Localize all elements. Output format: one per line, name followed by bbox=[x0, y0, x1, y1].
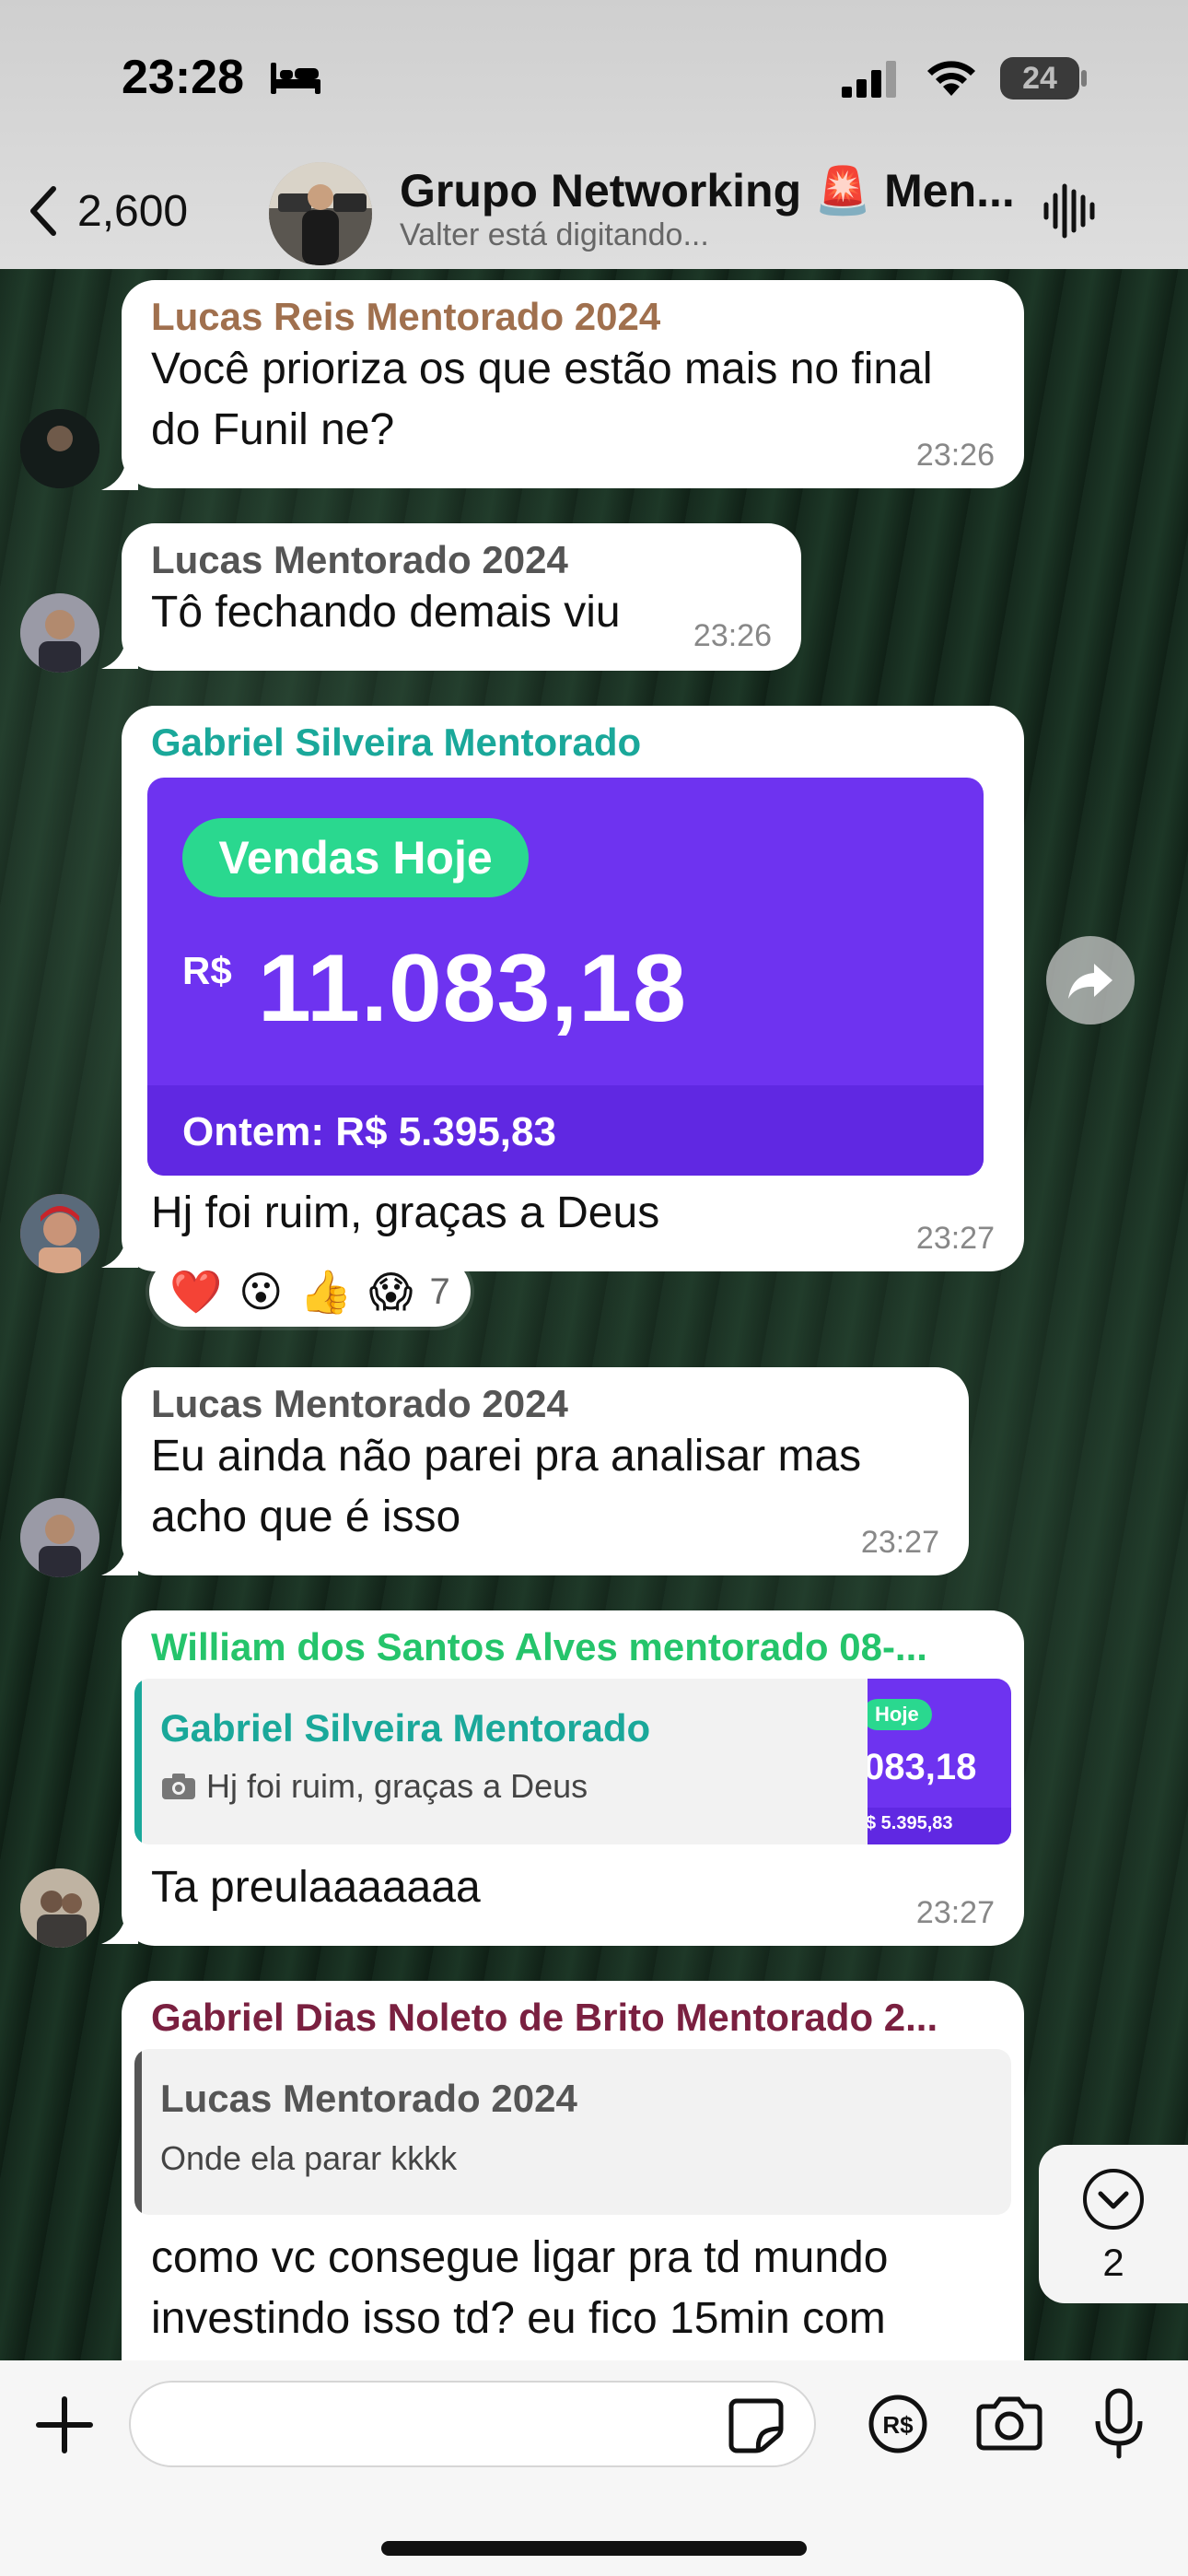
quote-body: Hj foi ruim, graças a Deus bbox=[160, 1767, 588, 1806]
status-time: 23:28 bbox=[122, 51, 244, 104]
battery-tip bbox=[1081, 70, 1087, 87]
reaction-thumbs-up: 👍 bbox=[299, 1267, 353, 1316]
chat-header: 2,600 Grupo Networking 🚨 Men... Valter e… bbox=[0, 157, 1188, 269]
sales-yesterday: Ontem: R$ 5.395,83 bbox=[182, 1109, 556, 1154]
chevron-down-icon bbox=[1083, 2169, 1144, 2230]
message-text: do Funil ne? bbox=[151, 405, 395, 454]
cellular-signal-icon bbox=[842, 61, 896, 98]
plus-icon[interactable] bbox=[35, 2395, 94, 2454]
forward-icon bbox=[1068, 964, 1112, 999]
avatar[interactable] bbox=[20, 1868, 99, 1948]
sleep-focus-icon bbox=[271, 63, 320, 94]
reaction-count: 7 bbox=[429, 1270, 450, 1312]
payment-icon[interactable]: R$ bbox=[868, 2394, 928, 2454]
sticker-icon[interactable] bbox=[728, 2397, 785, 2454]
sales-amount: 11.083,18 bbox=[258, 935, 687, 1042]
sales-badge: Vendas Hoje bbox=[182, 818, 529, 897]
quote-thumbnail[interactable]: Hoje 083,18 $ 5.395,83 bbox=[868, 1679, 1011, 1844]
message-bubble[interactable]: Lucas Mentorado 2024 Tô fechando demais … bbox=[122, 523, 801, 671]
sales-image[interactable]: Vendas Hoje R$ 11.083,18 Ontem: R$ 5.395… bbox=[147, 778, 984, 1176]
message-bubble[interactable]: Lucas Mentorado 2024 Eu ainda não parei … bbox=[122, 1367, 969, 1575]
avatar-image bbox=[20, 1194, 99, 1273]
avatar[interactable] bbox=[20, 593, 99, 673]
avatar[interactable] bbox=[20, 409, 99, 488]
message-time: 23:27 bbox=[915, 1221, 995, 1256]
sales-currency: R$ bbox=[182, 949, 232, 992]
unread-count: 2,600 bbox=[77, 186, 189, 236]
quote-sender: Lucas Mentorado 2024 bbox=[160, 2077, 577, 2120]
back-button[interactable]: 2,600 bbox=[26, 179, 188, 243]
wifi-icon bbox=[927, 61, 975, 96]
reaction-wow: 😮 bbox=[239, 1268, 284, 1316]
group-avatar[interactable] bbox=[269, 162, 372, 265]
message-time: 23:27 bbox=[860, 1525, 939, 1560]
forward-button[interactable] bbox=[1046, 936, 1135, 1025]
sender-name[interactable]: Lucas Mentorado 2024 bbox=[151, 538, 774, 582]
sender-name[interactable]: Gabriel Silveira Mentorado bbox=[151, 720, 996, 765]
message-text: Eu ainda não parei pra analisar mas bbox=[151, 1432, 862, 1481]
avatar[interactable] bbox=[20, 1498, 99, 1577]
message-bubble[interactable]: Lucas Reis Mentorado 2024 Você prioriza … bbox=[122, 280, 1024, 488]
group-title[interactable]: Grupo Networking 🚨 Men... bbox=[400, 164, 1015, 218]
sender-name[interactable]: Lucas Reis Mentorado 2024 bbox=[151, 295, 996, 339]
quoted-message[interactable]: Lucas Mentorado 2024 Onde ela parar kkkk bbox=[134, 2049, 1011, 2215]
message-time: 23:26 bbox=[693, 618, 772, 653]
sender-name[interactable]: William dos Santos Alves mentorado 08-..… bbox=[134, 1625, 1011, 1669]
quote-bar bbox=[134, 1679, 142, 1844]
sender-name[interactable]: Gabriel Dias Noleto de Brito Mentorado 2… bbox=[134, 1996, 1011, 2040]
message-row: William dos Santos Alves mentorado 08-..… bbox=[0, 1610, 1188, 1948]
typing-status: Valter está digitando... bbox=[400, 217, 709, 252]
quoted-message[interactable]: Gabriel Silveira Mentorado Hj foi ruim, … bbox=[134, 1679, 1011, 1844]
thumb-small: $ 5.395,83 bbox=[868, 1813, 953, 1833]
avatar-image bbox=[20, 409, 99, 488]
reactions-bar[interactable]: ❤️ 😮 👍 😱 7 bbox=[149, 1257, 471, 1327]
input-bar: R$ bbox=[0, 2360, 1188, 2576]
message-text: acho que é isso bbox=[151, 1493, 461, 1541]
thumb-amount: 083,18 bbox=[868, 1747, 977, 1787]
sales-footer: Ontem: R$ 5.395,83 bbox=[147, 1085, 984, 1176]
avatar-image bbox=[20, 1868, 99, 1948]
thumb-badge: Hoje bbox=[868, 1699, 932, 1730]
message-row: Lucas Mentorado 2024 Tô fechando demais … bbox=[0, 523, 1188, 673]
quote-sender: Gabriel Silveira Mentorado bbox=[160, 1706, 651, 1750]
home-indicator bbox=[381, 2541, 807, 2556]
message-text: investindo isso td? eu fico 15min com bbox=[151, 2294, 886, 2343]
message-text: Você prioriza os que estão mais no final bbox=[151, 345, 933, 393]
unread-below-count: 2 bbox=[1102, 2241, 1124, 2284]
message-row: Gabriel Silveira Mentorado Vendas Hoje R… bbox=[0, 706, 1188, 1332]
message-time: 23:26 bbox=[915, 438, 995, 473]
message-text: como vc consegue ligar pra td mundo bbox=[151, 2233, 889, 2282]
chevron-left-icon bbox=[30, 186, 56, 236]
quote-bar bbox=[134, 2049, 142, 2215]
avatar[interactable] bbox=[20, 1194, 99, 1273]
status-bar: 23:28 24 bbox=[0, 0, 1188, 157]
quote-text: Hj foi ruim, graças a Deus bbox=[206, 1767, 588, 1805]
sender-name[interactable]: Lucas Mentorado 2024 bbox=[151, 1382, 941, 1426]
group-avatar-image bbox=[269, 162, 372, 265]
voice-chat-icon[interactable] bbox=[1041, 179, 1101, 243]
message-text: Ta preulaaaaaaa bbox=[151, 1863, 481, 1912]
message-text: Hj foi ruim, graças a Deus bbox=[151, 1188, 660, 1237]
svg-text:R$: R$ bbox=[882, 2411, 914, 2439]
message-time: 23:27 bbox=[915, 1895, 995, 1930]
message-row: Lucas Mentorado 2024 Eu ainda não parei … bbox=[0, 1367, 1188, 1579]
message-row: Lucas Reis Mentorado 2024 Você prioriza … bbox=[0, 280, 1188, 492]
message-bubble[interactable]: Gabriel Silveira Mentorado Vendas Hoje R… bbox=[122, 706, 1024, 1271]
message-row: Gabriel Dias Noleto de Brito Mentorado 2… bbox=[0, 1981, 1188, 2360]
avatar-image bbox=[20, 593, 99, 673]
microphone-icon[interactable] bbox=[1092, 2388, 1146, 2460]
reaction-heart: ❤️ bbox=[169, 1267, 223, 1316]
message-input[interactable] bbox=[129, 2381, 816, 2467]
message-bubble[interactable]: William dos Santos Alves mentorado 08-..… bbox=[122, 1610, 1024, 1946]
scroll-to-bottom-button[interactable]: 2 bbox=[1039, 2145, 1188, 2303]
battery-indicator: 24 bbox=[1000, 57, 1079, 100]
message-bubble[interactable]: Gabriel Dias Noleto de Brito Mentorado 2… bbox=[122, 1981, 1024, 2360]
reaction-scream: 😱 bbox=[368, 1268, 413, 1316]
camera-small-icon bbox=[162, 1774, 195, 1799]
message-text: Tô fechando demais viu bbox=[151, 588, 621, 637]
quote-text: Onde ela parar kkkk bbox=[160, 2139, 458, 2177]
avatar-image bbox=[20, 1498, 99, 1577]
camera-icon[interactable] bbox=[976, 2394, 1042, 2451]
